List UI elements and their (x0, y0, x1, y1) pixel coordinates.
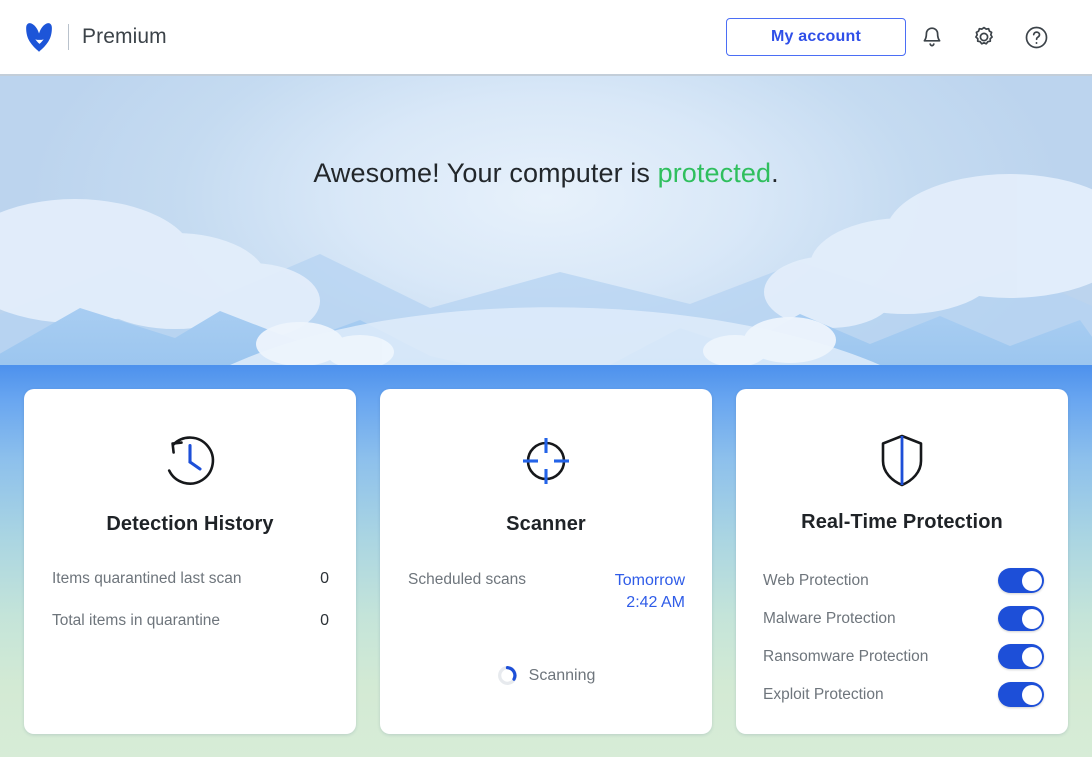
scheduled-time: 2:42 AM (626, 593, 685, 611)
detection-history-card[interactable]: Detection History Items quarantined last… (24, 389, 356, 734)
stat-label: Items quarantined last scan (52, 570, 242, 587)
scanner-body: Scheduled scans Tomorrow 2:42 AM Scannin… (402, 570, 690, 716)
scanner-title: Scanner (506, 513, 586, 535)
crosshair-scan-icon (511, 425, 581, 497)
scheduled-scans-label: Scheduled scans (408, 571, 527, 588)
malwarebytes-window: Premium My account Awesome! Your compute… (0, 0, 1092, 757)
product-name: Premium (82, 25, 167, 48)
scan-status: Scanning (402, 665, 690, 686)
loading-spinner-icon (497, 665, 518, 686)
scheduled-scans-value[interactable]: Tomorrow 2:42 AM (615, 570, 685, 613)
protection-row: Exploit Protection (763, 682, 1044, 707)
protection-label: Exploit Protection (763, 685, 884, 703)
protection-label: Ransomware Protection (763, 647, 929, 665)
brand-divider (68, 24, 69, 50)
protection-row: Ransomware Protection (763, 644, 1044, 669)
real-time-protection-title: Real-Time Protection (801, 511, 1003, 533)
exploit-protection-toggle[interactable] (998, 682, 1044, 707)
header-actions: My account (726, 13, 1062, 61)
clock-history-icon (155, 425, 225, 497)
protection-label: Web Protection (763, 571, 869, 589)
dashboard-cards: Detection History Items quarantined last… (0, 365, 1092, 757)
help-question-icon (1024, 25, 1049, 50)
stat-value: 0 (320, 612, 329, 629)
web-protection-toggle[interactable] (998, 568, 1044, 593)
stat-label: Total items in quarantine (52, 612, 221, 629)
scanner-card[interactable]: Scanner Scheduled scans Tomorrow 2:42 AM (380, 389, 712, 734)
toggle-knob (1021, 684, 1042, 705)
scheduled-scans-row: Scheduled scans Tomorrow 2:42 AM (402, 570, 690, 613)
my-account-button[interactable]: My account (726, 18, 906, 56)
malware-protection-toggle[interactable] (998, 606, 1044, 631)
protection-toggles: Web Protection Malware Protection Ransom… (758, 568, 1046, 720)
notifications-bell-icon (921, 25, 943, 49)
status-suffix: . (771, 158, 779, 188)
protection-row: Malware Protection (763, 606, 1044, 631)
shield-icon (867, 425, 937, 495)
toggle-knob (1021, 570, 1042, 591)
notifications-button[interactable] (906, 13, 958, 61)
stat-value: 0 (320, 570, 329, 587)
status-highlight: protected (657, 158, 772, 188)
protection-row: Web Protection (763, 568, 1044, 593)
brand: Premium (24, 22, 167, 52)
protection-status-message: Awesome! Your computer is protected. (0, 76, 1092, 189)
settings-gear-icon (972, 25, 996, 49)
toggle-knob (1021, 646, 1042, 667)
scan-status-text: Scanning (528, 666, 596, 684)
toggle-knob (1021, 608, 1042, 629)
detection-history-stats: Items quarantined last scan 0 Total item… (46, 570, 334, 716)
detection-history-title: Detection History (106, 513, 274, 535)
real-time-protection-card[interactable]: Real-Time Protection Web Protection Malw… (736, 389, 1068, 734)
stat-row: Total items in quarantine 0 (46, 612, 334, 630)
hero-banner: Awesome! Your computer is protected. (0, 76, 1092, 365)
ransomware-protection-toggle[interactable] (998, 644, 1044, 669)
scheduled-day: Tomorrow (614, 572, 685, 589)
malwarebytes-logo-icon (24, 22, 55, 52)
stat-row: Items quarantined last scan 0 (46, 570, 334, 588)
status-prefix: Awesome! Your computer is (313, 158, 658, 188)
protection-label: Malware Protection (763, 609, 896, 627)
app-header: Premium My account (0, 0, 1092, 76)
settings-button[interactable] (958, 13, 1010, 61)
help-button[interactable] (1010, 13, 1062, 61)
